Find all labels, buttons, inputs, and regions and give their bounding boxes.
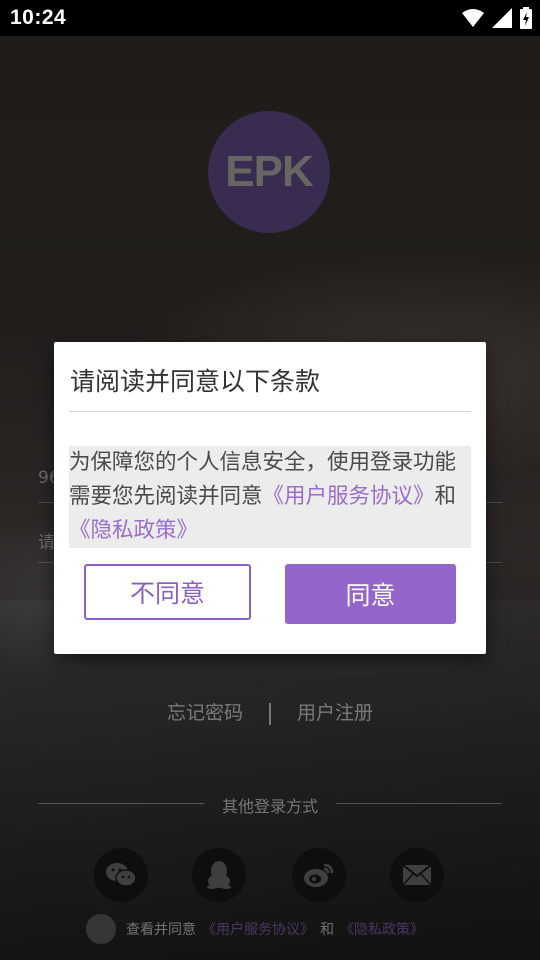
battery-icon	[520, 7, 532, 29]
wifi-icon	[462, 9, 484, 27]
agree-button[interactable]: 同意	[285, 564, 456, 624]
terms-dialog: 请阅读并同意以下条款 为保障您的个人信息安全，使用登录功能需要您先阅读并同意《用…	[54, 342, 486, 654]
disagree-button[interactable]: 不同意	[84, 564, 251, 620]
signal-icon	[492, 8, 512, 28]
dialog-divider	[69, 411, 471, 412]
dialog-privacy-link[interactable]: 《隐私政策》	[69, 518, 198, 543]
dialog-title: 请阅读并同意以下条款	[70, 367, 321, 396]
dialog-terms-link[interactable]: 《用户服务协议》	[263, 484, 435, 509]
dialog-and: 和	[434, 484, 457, 509]
status-time: 10:24	[10, 6, 67, 29]
dialog-body: 为保障您的个人信息安全，使用登录功能需要您先阅读并同意《用户服务协议》和《隐私政…	[69, 446, 471, 548]
status-bar: 10:24	[0, 0, 540, 36]
